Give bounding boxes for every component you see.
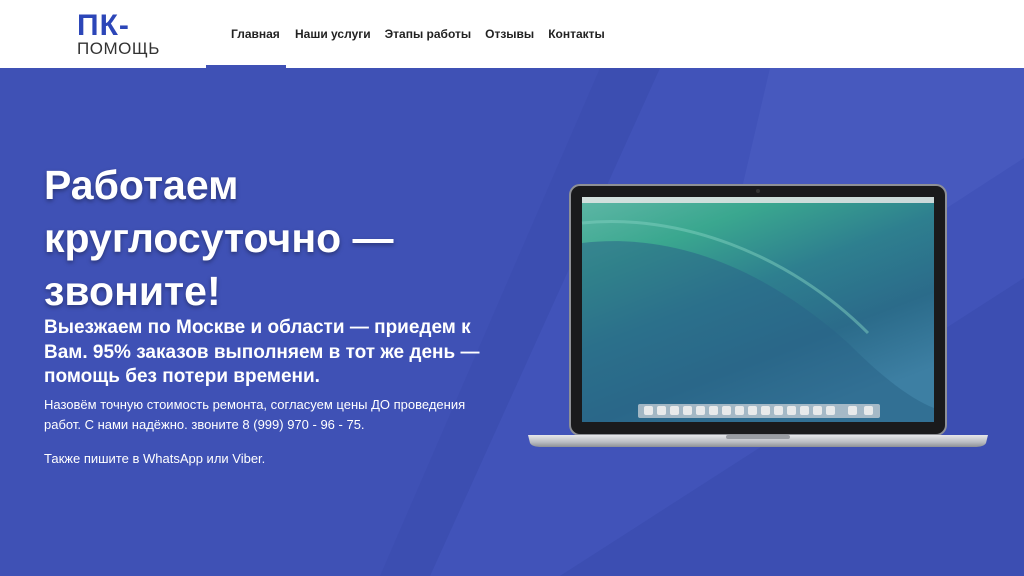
nav-item-contacts[interactable]: Контакты (541, 0, 612, 68)
hero-subtitle: Выезжаем по Москве и области — приедем к… (44, 317, 480, 387)
logo-top-text: ПК- (77, 9, 130, 42)
nav-item-services[interactable]: Наши услуги (288, 0, 378, 68)
site-header: ПК- ПОМОЩЬ Главная Наши услуги Этапы раб… (0, 0, 1024, 68)
nav-item-reviews[interactable]: Отзывы (478, 0, 541, 68)
nav-item-home[interactable]: Главная (206, 0, 286, 68)
hero-description: Назовём точную стоимость ремонта, соглас… (44, 397, 466, 432)
macbook-laptop-image (528, 184, 988, 447)
hero-section: Работаем круглосуточно — звоните! Выезжа… (0, 68, 1024, 576)
logo-bottom-text: ПОМОЩЬ (77, 39, 160, 58)
site-logo[interactable]: ПК- ПОМОЩЬ (77, 9, 160, 58)
nav-item-stages[interactable]: Этапы работы (378, 0, 479, 68)
hero-title: Работаем круглосуточно — звоните! (44, 162, 394, 314)
hero-messenger-note: Также пишите в WhatsApp или Viber. (44, 451, 266, 466)
main-nav: Главная Наши услуги Этапы работы Отзывы … (206, 0, 612, 68)
